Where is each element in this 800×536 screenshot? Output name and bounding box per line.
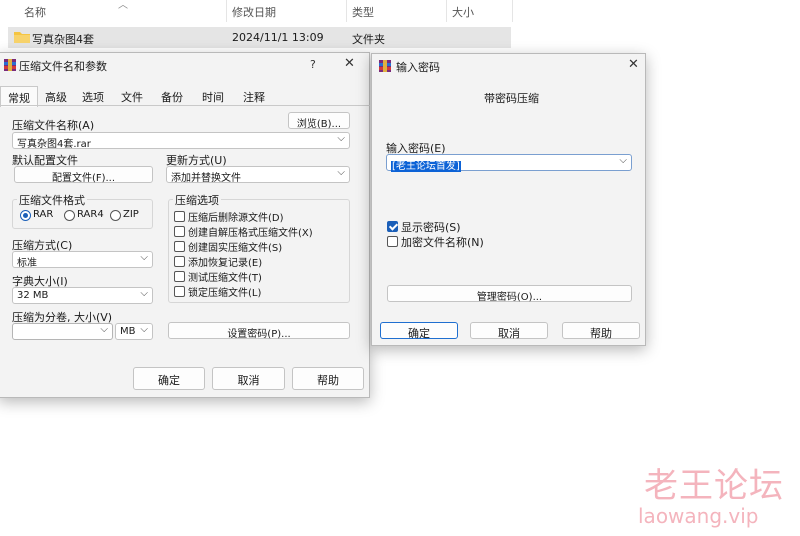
column-name[interactable]: 名称: [24, 4, 46, 20]
close-icon[interactable]: ✕: [628, 57, 639, 72]
column-size[interactable]: 大小: [452, 4, 474, 20]
encrypt-names-checkbox[interactable]: [387, 236, 398, 247]
delete-after-checkbox[interactable]: [174, 211, 185, 222]
chevron-down-icon[interactable]: ⌵: [140, 288, 148, 299]
archive-name-field[interactable]: 写真杂图4套.rar ⌵: [12, 132, 350, 150]
archive-options-title: 压缩选项: [173, 192, 221, 208]
tab-options[interactable]: 选项: [74, 86, 112, 106]
tab-bar: 常规 高级 选项 文件 备份 时间 注释: [0, 86, 370, 107]
tab-divider: [0, 105, 370, 106]
archive-format-title: 压缩文件格式: [17, 192, 87, 208]
tab-backup[interactable]: 备份: [152, 86, 192, 106]
ok-button[interactable]: 确定: [133, 367, 205, 390]
compression-method-select[interactable]: 标准 ⌵: [12, 251, 153, 269]
recovery-record-label: 添加恢复记录(E): [188, 258, 263, 269]
split-size-field[interactable]: ⌵: [12, 323, 113, 340]
column-separator[interactable]: [512, 0, 513, 22]
file-type: 文件夹: [352, 33, 385, 46]
watermark-url: laowang.vip: [638, 504, 759, 528]
split-unit-select[interactable]: MB ⌵: [115, 323, 153, 340]
manage-passwords-button[interactable]: 管理密码(O)...: [387, 285, 632, 303]
test-archive-checkbox[interactable]: [174, 271, 185, 282]
format-rar4-radio[interactable]: [64, 210, 75, 221]
format-rar-radio[interactable]: [20, 210, 31, 221]
winrar-icon: [4, 59, 16, 71]
update-method-select[interactable]: 添加并替换文件 ⌵: [166, 166, 350, 184]
file-row[interactable]: 写真杂图4套 2024/11/1 13:09 文件夹: [8, 27, 511, 48]
create-solid-label: 创建固实压缩文件(S): [188, 243, 283, 254]
close-icon[interactable]: ✕: [344, 56, 355, 71]
tab-time[interactable]: 时间: [192, 86, 234, 106]
password-input[interactable]: [老王论坛首发] ⌵: [386, 154, 632, 172]
create-sfx-label: 创建自解压格式压缩文件(X): [188, 228, 313, 239]
chevron-down-icon[interactable]: ⌵: [140, 324, 148, 335]
archive-name-label: 压缩文件名称(A): [12, 119, 95, 132]
delete-after-label: 压缩后删除源文件(D): [188, 213, 284, 224]
format-rar-label: RAR: [33, 209, 54, 220]
tab-files[interactable]: 文件: [112, 86, 152, 106]
folder-icon: [14, 32, 30, 43]
column-separator[interactable]: [446, 0, 447, 22]
format-zip-radio[interactable]: [110, 210, 121, 221]
ok-button[interactable]: 确定: [380, 322, 458, 340]
split-unit-value: MB: [120, 326, 136, 337]
chevron-down-icon[interactable]: ⌵: [337, 167, 345, 178]
column-date[interactable]: 修改日期: [232, 4, 276, 20]
show-password-checkbox[interactable]: [387, 221, 398, 232]
create-solid-checkbox[interactable]: [174, 241, 185, 252]
password-heading: 带密码压缩: [484, 92, 539, 105]
sort-ascending-icon: ︿: [118, 0, 128, 11]
dialog-title: 压缩文件名和参数: [19, 60, 107, 73]
dictionary-size-value: 32 MB: [17, 290, 49, 301]
cancel-button[interactable]: 取消: [212, 367, 285, 390]
column-type[interactable]: 类型: [352, 4, 374, 20]
set-password-button[interactable]: 设置密码(P)...: [168, 322, 350, 340]
help-button[interactable]: 帮助: [562, 322, 640, 340]
chevron-down-icon[interactable]: ⌵: [337, 133, 345, 144]
file-name: 写真杂图4套: [32, 33, 94, 46]
profiles-button[interactable]: 配置文件(F)...: [14, 166, 153, 184]
update-method-value: 添加并替换文件: [171, 173, 241, 184]
lock-archive-label: 锁定压缩文件(L): [188, 288, 262, 299]
help-icon[interactable]: ?: [310, 58, 316, 71]
column-separator[interactable]: [226, 0, 227, 22]
format-rar4-label: RAR4: [77, 209, 104, 220]
cancel-button[interactable]: 取消: [470, 322, 548, 340]
recovery-record-checkbox[interactable]: [174, 256, 185, 267]
title-bar[interactable]: 压缩文件名和参数 ? ✕: [0, 53, 369, 79]
password-dialog: 输入密码 ✕ 带密码压缩 输入密码(E) [老王论坛首发] ⌵ 显示密码(S) …: [371, 53, 646, 346]
watermark-title: 老王论坛: [644, 466, 784, 506]
tab-general[interactable]: 常规: [0, 86, 38, 107]
browse-button[interactable]: 浏览(B)...: [288, 112, 350, 130]
winrar-icon: [379, 60, 391, 72]
chevron-down-icon[interactable]: ⌵: [619, 155, 627, 166]
help-button[interactable]: 帮助: [292, 367, 364, 390]
password-value: [老王论坛首发]: [391, 161, 461, 172]
lock-archive-checkbox[interactable]: [174, 286, 185, 297]
file-list-header: ︿ 名称 修改日期 类型 大小: [0, 0, 520, 22]
file-date: 2024/11/1 13:09: [232, 31, 324, 44]
chevron-down-icon[interactable]: ⌵: [140, 252, 148, 263]
compression-method-value: 标准: [17, 258, 37, 269]
archive-name-value: 写真杂图4套.rar: [17, 139, 91, 150]
dialog-title: 输入密码: [396, 61, 440, 74]
title-bar[interactable]: 输入密码 ✕: [372, 54, 645, 80]
encrypt-names-label: 加密文件名称(N): [401, 236, 484, 249]
column-separator[interactable]: [346, 0, 347, 22]
test-archive-label: 测试压缩文件(T): [188, 273, 262, 284]
format-zip-label: ZIP: [123, 209, 139, 220]
tab-comment[interactable]: 注释: [234, 86, 274, 106]
tab-advanced[interactable]: 高级: [38, 86, 74, 106]
show-password-label: 显示密码(S): [401, 221, 461, 234]
create-sfx-checkbox[interactable]: [174, 226, 185, 237]
chevron-down-icon[interactable]: ⌵: [100, 324, 108, 335]
dictionary-size-select[interactable]: 32 MB ⌵: [12, 287, 153, 304]
